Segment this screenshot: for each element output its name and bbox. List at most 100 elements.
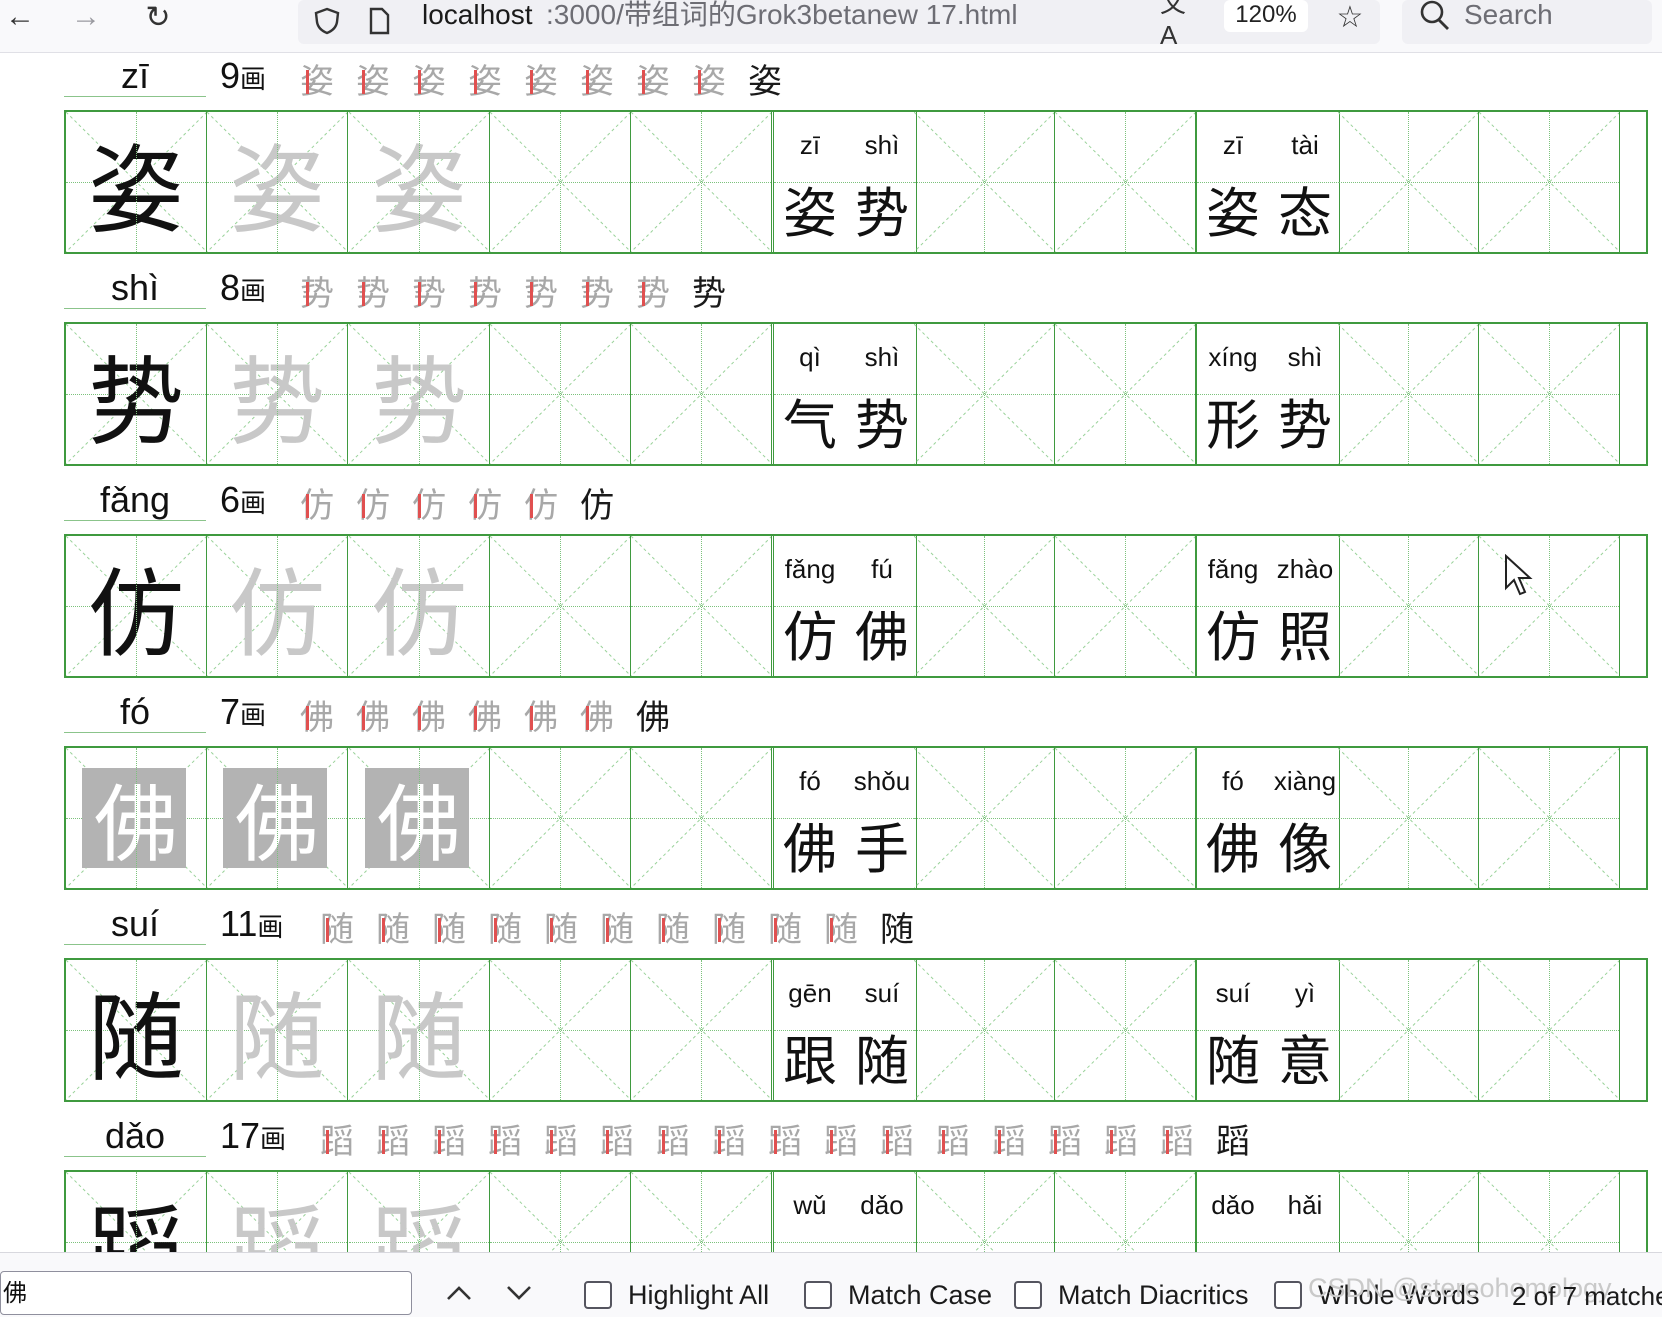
- practice-cell[interactable]: 姿: [207, 112, 348, 252]
- current-stroke-marker: [530, 70, 533, 94]
- highlight-all-checkbox[interactable]: [584, 1281, 612, 1309]
- practice-cell[interactable]: [490, 748, 631, 888]
- compound-word-cell: dǎo hǎi: [1196, 1172, 1340, 1252]
- trace-character: 姿: [229, 134, 325, 247]
- practice-cell[interactable]: [490, 960, 631, 1100]
- practice-cell[interactable]: [1338, 748, 1479, 888]
- star-icon[interactable]: ☆: [1330, 0, 1370, 34]
- current-stroke-marker: [418, 706, 421, 730]
- practice-cell[interactable]: [631, 748, 772, 888]
- stroke-step: 姿: [300, 62, 334, 102]
- practice-cell[interactable]: [914, 324, 1055, 464]
- translate-icon[interactable]: 文A: [1160, 0, 1200, 50]
- model-character: 仿: [88, 558, 184, 671]
- practice-cell[interactable]: 随: [349, 960, 490, 1100]
- practice-cell[interactable]: 佛: [66, 748, 207, 888]
- word-character: 随: [855, 1030, 909, 1093]
- current-stroke-marker: [718, 918, 721, 942]
- practice-cell[interactable]: [914, 536, 1055, 676]
- practice-cell[interactable]: 势: [349, 324, 490, 464]
- practice-cell[interactable]: [914, 960, 1055, 1100]
- find-previous-icon[interactable]: [436, 1271, 482, 1315]
- url-path: :3000/带组词的Grok3betanew 17.html: [546, 0, 1018, 30]
- practice-cell[interactable]: [631, 324, 772, 464]
- practice-cell[interactable]: [1479, 112, 1620, 252]
- practice-cell[interactable]: 随: [207, 960, 348, 1100]
- compound-word-cell: wǔ dǎo: [773, 1172, 917, 1252]
- word-pinyin: fó: [799, 766, 821, 796]
- zoom-level[interactable]: 120%: [1224, 0, 1308, 32]
- practice-cell[interactable]: [490, 324, 631, 464]
- word-character: 随: [1206, 1030, 1260, 1093]
- practice-cell[interactable]: [1479, 748, 1620, 888]
- current-stroke-marker: [438, 1130, 441, 1154]
- practice-cell[interactable]: [1055, 536, 1196, 676]
- character-pinyin: zī: [120, 55, 149, 96]
- practice-cell[interactable]: [490, 536, 631, 676]
- whole-words-checkbox[interactable]: [1274, 1281, 1302, 1309]
- match-case-checkbox[interactable]: [804, 1281, 832, 1309]
- practice-cell[interactable]: 蹈: [349, 1172, 490, 1252]
- character-pinyin: fǎng: [99, 479, 171, 520]
- highlight-all-option[interactable]: Highlight All: [584, 1275, 769, 1315]
- practice-cell[interactable]: 姿: [349, 112, 490, 252]
- practice-cell[interactable]: [1055, 1172, 1196, 1252]
- practice-cell[interactable]: [490, 112, 631, 252]
- practice-cell[interactable]: 势: [207, 324, 348, 464]
- practice-cell[interactable]: 仿: [207, 536, 348, 676]
- find-next-icon[interactable]: [496, 1271, 542, 1315]
- practice-cell[interactable]: [1055, 112, 1196, 252]
- worksheet: zī 9画姿姿姿姿姿姿姿姿姿姿姿姿 zī shì 姿势 zī tài 姿态 shì 8画势势势势势…: [0, 52, 1662, 1252]
- practice-cell[interactable]: [631, 1172, 772, 1252]
- word-pinyin: xíng: [1208, 342, 1258, 372]
- compound-word-cell: zī tài 姿态: [1196, 112, 1340, 252]
- practice-cell[interactable]: [1338, 112, 1479, 252]
- character-pinyin: suí: [110, 903, 160, 944]
- reload-icon[interactable]: ↻: [138, 0, 178, 34]
- word-character: 仿: [1206, 606, 1260, 669]
- back-arrow-icon[interactable]: ←: [0, 0, 40, 34]
- practice-cell[interactable]: 随: [66, 960, 207, 1100]
- current-stroke-marker: [474, 706, 477, 730]
- practice-cell[interactable]: [490, 1172, 631, 1252]
- match-diacritics-checkbox[interactable]: [1014, 1281, 1042, 1309]
- search-box[interactable]: Search: [1402, 0, 1652, 44]
- practice-cell[interactable]: [914, 1172, 1055, 1252]
- practice-cell[interactable]: 蹈: [207, 1172, 348, 1252]
- stroke-step: 蹈: [488, 1122, 522, 1162]
- shield-icon[interactable]: [312, 6, 342, 36]
- practice-cell[interactable]: 蹈: [66, 1172, 207, 1252]
- practice-cell[interactable]: [914, 748, 1055, 888]
- practice-cell[interactable]: [1055, 960, 1196, 1100]
- practice-cell[interactable]: [1479, 1172, 1620, 1252]
- stroke-step: 姿: [412, 62, 446, 102]
- practice-cell[interactable]: [631, 536, 772, 676]
- page-icon[interactable]: [364, 6, 394, 36]
- current-stroke-marker: [530, 282, 533, 306]
- practice-cell[interactable]: [631, 112, 772, 252]
- match-diacritics-option[interactable]: Match Diacritics: [1014, 1275, 1249, 1315]
- match-case-option[interactable]: Match Case: [804, 1275, 992, 1315]
- practice-cell[interactable]: [1479, 324, 1620, 464]
- practice-cell[interactable]: 姿: [66, 112, 207, 252]
- practice-cell[interactable]: 佛: [349, 748, 490, 888]
- stroke-count: 7画: [220, 692, 266, 736]
- find-input[interactable]: 佛: [0, 1271, 412, 1315]
- practice-cell[interactable]: [1055, 324, 1196, 464]
- practice-cell[interactable]: 仿: [349, 536, 490, 676]
- stroke-step: 佛: [524, 698, 558, 738]
- forward-arrow-icon[interactable]: →: [66, 0, 106, 34]
- stroke-count: 11画: [220, 904, 283, 948]
- practice-cell[interactable]: 势: [66, 324, 207, 464]
- practice-cell[interactable]: 仿: [66, 536, 207, 676]
- practice-cell[interactable]: [1479, 536, 1620, 676]
- practice-cell[interactable]: [1338, 1172, 1479, 1252]
- practice-cell[interactable]: [631, 960, 772, 1100]
- practice-cell[interactable]: [914, 112, 1055, 252]
- practice-cell[interactable]: [1338, 324, 1479, 464]
- practice-cell[interactable]: 佛: [207, 748, 348, 888]
- practice-cell[interactable]: [1338, 536, 1479, 676]
- practice-cell[interactable]: [1338, 960, 1479, 1100]
- practice-cell[interactable]: [1055, 748, 1196, 888]
- practice-cell[interactable]: [1479, 960, 1620, 1100]
